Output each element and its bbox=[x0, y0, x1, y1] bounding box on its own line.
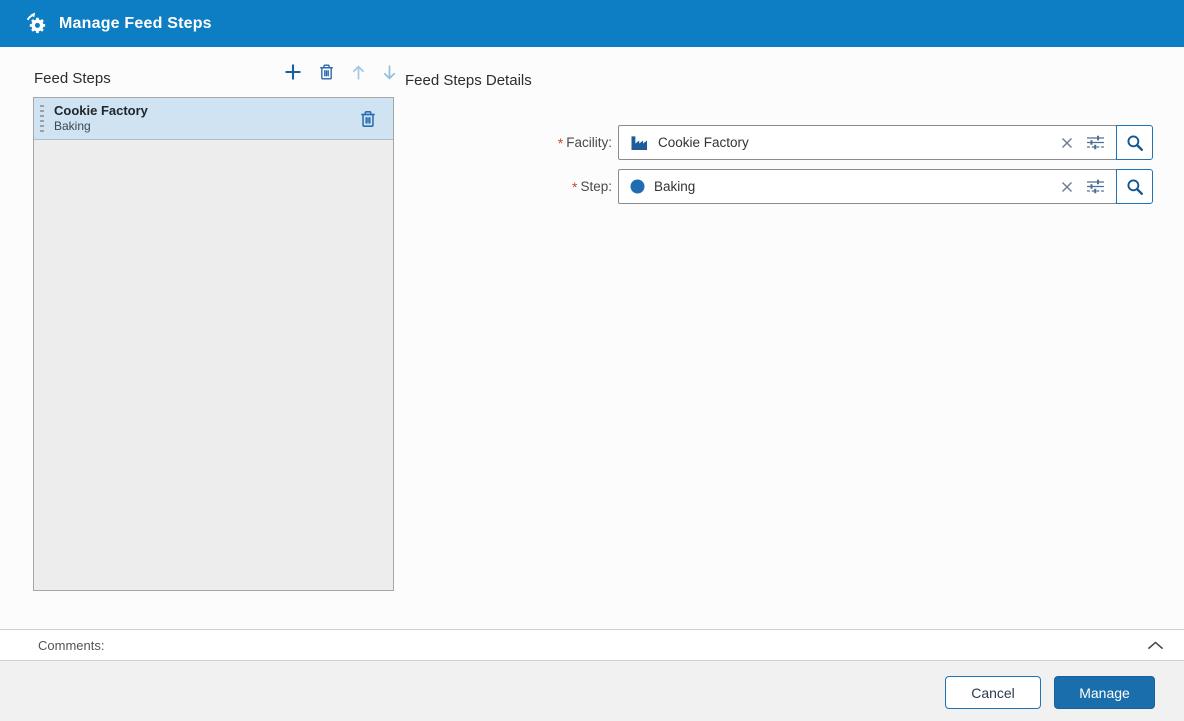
cancel-button[interactable]: Cancel bbox=[945, 676, 1041, 709]
step-value: Baking bbox=[654, 179, 695, 194]
facility-combobox[interactable]: Cookie Factory bbox=[618, 125, 1117, 160]
step-search-button[interactable] bbox=[1116, 169, 1153, 204]
arrow-down-icon bbox=[382, 69, 397, 84]
filter-sliders-icon bbox=[1086, 138, 1105, 153]
search-icon bbox=[1126, 178, 1144, 196]
arrow-up-icon bbox=[351, 69, 366, 84]
comments-section-header[interactable]: Comments: bbox=[0, 629, 1184, 661]
plus-icon bbox=[284, 69, 302, 84]
move-up-button[interactable] bbox=[350, 63, 367, 82]
manage-feed-steps-dialog: Manage Feed Steps Feed Steps bbox=[0, 0, 1184, 721]
dialog-titlebar: Manage Feed Steps bbox=[0, 0, 1184, 47]
comments-label: Comments: bbox=[38, 638, 104, 653]
clear-icon bbox=[1061, 137, 1073, 152]
step-clear-button[interactable] bbox=[1061, 181, 1073, 193]
move-down-button[interactable] bbox=[381, 63, 398, 82]
drag-handle-icon[interactable] bbox=[40, 105, 45, 132]
chevron-up-icon[interactable] bbox=[1147, 641, 1164, 650]
facility-field-row: * Facility: Cookie Factory bbox=[300, 125, 1153, 160]
facility-actions bbox=[1061, 135, 1105, 150]
dialog-footer: Cancel Manage bbox=[0, 661, 1184, 721]
facility-label-text: Facility: bbox=[566, 135, 612, 150]
feed-steps-details-heading: Feed Steps Details bbox=[405, 72, 532, 89]
required-marker: * bbox=[572, 179, 577, 195]
step-item-title: Cookie Factory bbox=[54, 103, 148, 120]
delete-step-button[interactable] bbox=[317, 62, 336, 82]
step-combobox[interactable]: Baking bbox=[618, 169, 1117, 204]
step-field-row: * Step: Baking bbox=[300, 169, 1153, 204]
step-item-text: Cookie Factory Baking bbox=[54, 103, 148, 135]
facility-search-button[interactable] bbox=[1116, 125, 1153, 160]
factory-icon bbox=[630, 135, 649, 151]
step-label-text: Step: bbox=[580, 179, 612, 194]
filter-sliders-icon bbox=[1086, 182, 1105, 197]
required-marker: * bbox=[558, 135, 563, 151]
step-actions bbox=[1061, 179, 1105, 194]
manage-button[interactable]: Manage bbox=[1054, 676, 1155, 709]
step-filters-button[interactable] bbox=[1086, 179, 1105, 194]
step-item-subtitle: Baking bbox=[54, 119, 148, 134]
dialog-title: Manage Feed Steps bbox=[59, 15, 212, 33]
facility-value: Cookie Factory bbox=[658, 135, 749, 150]
clear-icon bbox=[1061, 181, 1073, 196]
add-step-button[interactable] bbox=[283, 62, 303, 82]
facility-filters-button[interactable] bbox=[1086, 135, 1105, 150]
manage-gear-icon bbox=[25, 12, 48, 35]
step-label: * Step: bbox=[300, 169, 612, 204]
feed-steps-heading: Feed Steps bbox=[34, 70, 111, 87]
step-circle-icon bbox=[630, 179, 645, 194]
facility-clear-button[interactable] bbox=[1061, 137, 1073, 149]
feed-steps-toolbar bbox=[283, 62, 398, 82]
search-icon bbox=[1126, 134, 1144, 152]
facility-label: * Facility: bbox=[300, 125, 612, 160]
trash-icon bbox=[318, 69, 335, 84]
